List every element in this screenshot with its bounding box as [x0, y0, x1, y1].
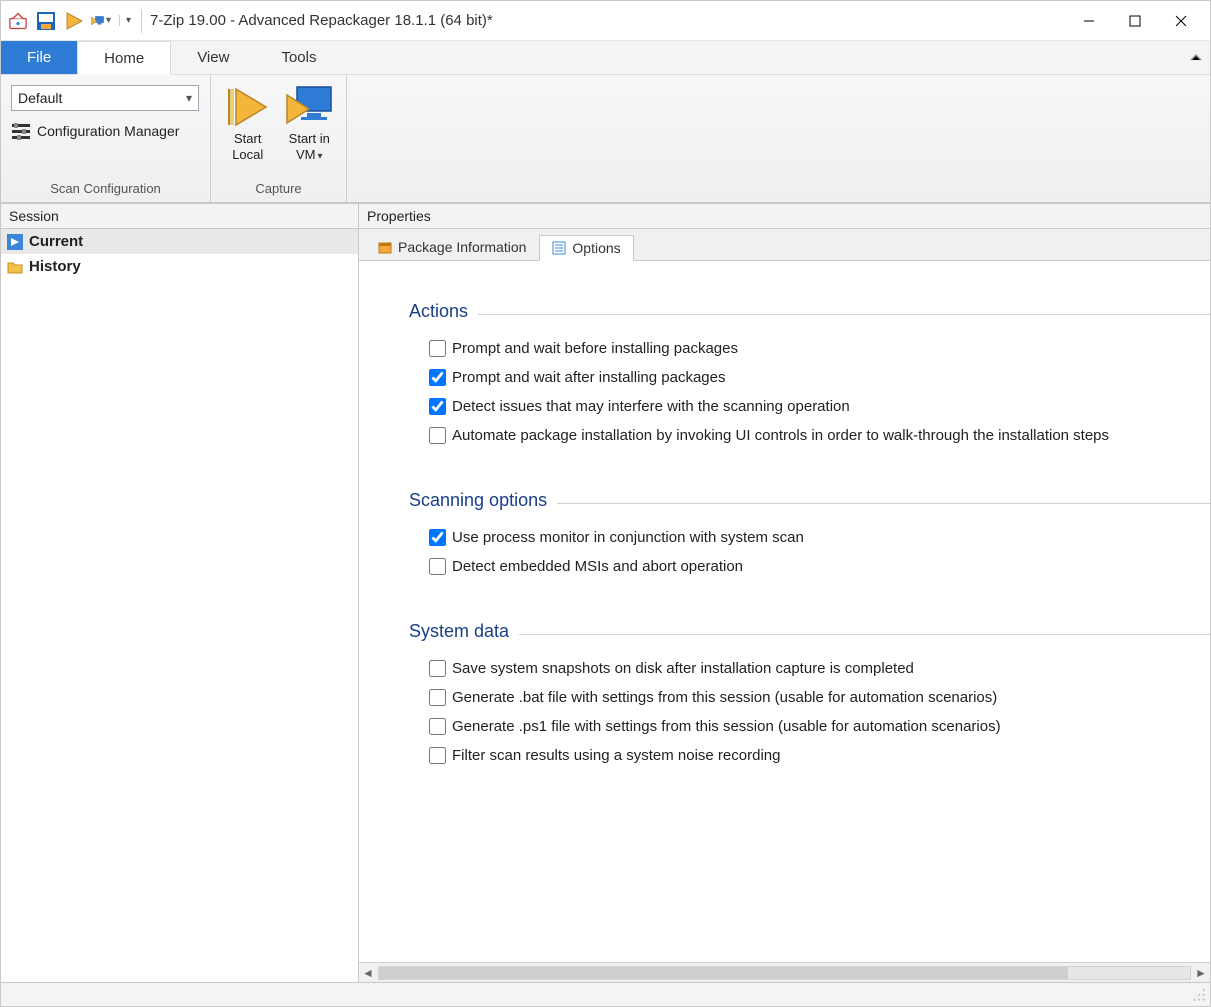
ribbon-group-capture-title: Capture	[221, 179, 336, 200]
checkbox-label: Generate .ps1 file with settings from th…	[452, 718, 1001, 735]
checkbox-label: Detect issues that may interfere with th…	[452, 398, 850, 415]
ribbon-tabs: File Home View Tools	[1, 41, 1210, 75]
play-icon[interactable]	[63, 10, 85, 32]
checkbox-label: Prompt and wait before installing packag…	[452, 340, 738, 357]
section-actions: Actions Prompt and wait before installin…	[409, 301, 1210, 450]
tab-options[interactable]: Options	[539, 235, 633, 261]
resize-grip-icon[interactable]	[1192, 988, 1206, 1002]
start-in-vm-button[interactable]: Start inVM▾	[283, 83, 337, 163]
statusbar	[1, 982, 1210, 1006]
checkbox-automate-install[interactable]	[429, 427, 446, 444]
section-system-data: System data Save system snapshots on dis…	[409, 621, 1210, 770]
section-title: Scanning options	[409, 490, 547, 511]
checkbox-detect-issues[interactable]	[429, 398, 446, 415]
section-title: Actions	[409, 301, 468, 322]
section-title: System data	[409, 621, 509, 642]
checkbox-label: Filter scan results using a system noise…	[452, 747, 780, 764]
scroll-left-icon[interactable]: ◄	[359, 966, 377, 980]
scroll-right-icon[interactable]: ►	[1192, 966, 1210, 980]
minimize-button[interactable]	[1066, 1, 1112, 41]
tab-label: Package Information	[398, 239, 526, 255]
checkbox-generate-bat[interactable]	[429, 689, 446, 706]
options-icon	[552, 241, 566, 255]
checkbox-embedded-msi[interactable]	[429, 558, 446, 575]
ribbon-group-scan-configuration: Default ▾ Configuration Manager Scan Con…	[1, 75, 211, 202]
tab-label: Options	[572, 240, 620, 256]
checkbox-save-snapshots[interactable]	[429, 660, 446, 677]
ribbon: Default ▾ Configuration Manager Scan Con…	[1, 75, 1210, 203]
save-icon[interactable]	[35, 10, 57, 32]
properties-header: Properties	[359, 203, 1210, 229]
checkbox-prompt-after[interactable]	[429, 369, 446, 386]
config-manager-icon	[11, 121, 31, 141]
tab-home[interactable]: Home	[77, 41, 171, 75]
ribbon-group-scan-title: Scan Configuration	[11, 179, 200, 200]
checkbox-label: Save system snapshots on disk after inst…	[452, 660, 914, 677]
window-title: 7-Zip 19.00 - Advanced Repackager 18.1.1…	[150, 12, 1066, 29]
session-item-current[interactable]: Current	[1, 229, 358, 254]
titlebar: ▾ ▾ 7-Zip 19.00 - Advanced Repackager 18…	[1, 1, 1210, 41]
configuration-manager-label: Configuration Manager	[37, 123, 179, 139]
section-scanning-options: Scanning options Use process monitor in …	[409, 490, 1210, 581]
session-list: Current History	[1, 229, 358, 982]
options-form: Actions Prompt and wait before installin…	[359, 261, 1210, 962]
tab-view[interactable]: View	[171, 41, 255, 74]
properties-panel: Properties Package Information Options A…	[359, 203, 1210, 982]
start-local-button[interactable]: StartLocal	[221, 83, 275, 163]
arrow-right-icon	[7, 234, 23, 250]
tab-tools[interactable]: Tools	[255, 41, 342, 74]
tab-file[interactable]: File	[1, 41, 77, 74]
maximize-button[interactable]	[1112, 1, 1158, 41]
session-item-history[interactable]: History	[1, 254, 358, 279]
tab-package-information[interactable]: Package Information	[365, 234, 539, 260]
collapse-ribbon-icon[interactable]	[1182, 41, 1210, 74]
chevron-down-icon: ▾	[186, 91, 192, 105]
checkbox-label: Use process monitor in conjunction with …	[452, 529, 804, 546]
configuration-manager-button[interactable]: Configuration Manager	[11, 121, 200, 141]
configuration-combo[interactable]: Default ▾	[11, 85, 199, 111]
checkbox-generate-ps1[interactable]	[429, 718, 446, 735]
app-icon	[7, 10, 29, 32]
session-panel: Session Current History	[1, 203, 359, 982]
qat-customize-icon[interactable]: ▾	[119, 15, 133, 26]
configuration-combo-value: Default	[18, 90, 62, 106]
play-in-vm-icon	[285, 83, 333, 131]
checkbox-label: Automate package installation by invokin…	[452, 427, 1109, 444]
checkbox-process-monitor[interactable]	[429, 529, 446, 546]
ribbon-group-capture: StartLocal Start inVM▾ Capture	[211, 75, 347, 202]
checkbox-prompt-before[interactable]	[429, 340, 446, 357]
play-icon	[224, 83, 272, 131]
properties-tabs: Package Information Options	[359, 229, 1210, 261]
close-button[interactable]	[1158, 1, 1204, 41]
session-item-label: History	[29, 258, 81, 275]
checkbox-label: Generate .bat file with settings from th…	[452, 689, 997, 706]
checkbox-filter-noise[interactable]	[429, 747, 446, 764]
horizontal-scrollbar[interactable]: ◄ ►	[359, 962, 1210, 982]
chevron-down-icon[interactable]: ▾	[104, 15, 113, 26]
package-icon	[378, 240, 392, 254]
checkbox-label: Prompt and wait after installing package…	[452, 369, 725, 386]
session-item-label: Current	[29, 233, 83, 250]
session-header: Session	[1, 203, 358, 229]
folder-icon	[7, 259, 23, 275]
checkbox-label: Detect embedded MSIs and abort operation	[452, 558, 743, 575]
play-in-vm-icon[interactable]: ▾	[91, 10, 113, 32]
chevron-down-icon: ▾	[317, 151, 322, 162]
